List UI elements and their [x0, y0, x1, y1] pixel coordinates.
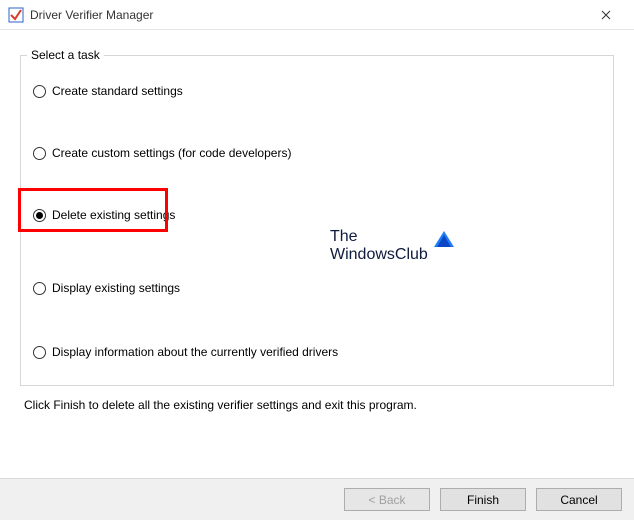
- radio-create-standard[interactable]: Create standard settings: [21, 74, 613, 108]
- radio-display-existing[interactable]: Display existing settings: [21, 271, 613, 305]
- radio-create-standard-input[interactable]: [33, 85, 46, 98]
- radio-display-info[interactable]: Display information about the currently …: [21, 335, 613, 369]
- radio-create-custom-input[interactable]: [33, 147, 46, 160]
- watermark: The WindowsClub: [330, 228, 454, 264]
- radio-display-info-input[interactable]: [33, 346, 46, 359]
- radio-label: Delete existing settings: [52, 208, 175, 222]
- window-title: Driver Verifier Manager: [30, 8, 586, 22]
- radio-label: Create custom settings (for code develop…: [52, 146, 291, 160]
- close-button[interactable]: [586, 1, 626, 29]
- watermark-line1: The: [330, 228, 428, 246]
- task-group: Select a task Create standard settings C…: [20, 48, 614, 386]
- radio-label: Display existing settings: [52, 281, 180, 295]
- watermark-logo-icon: [434, 229, 454, 249]
- radio-delete-existing[interactable]: Delete existing settings: [21, 198, 613, 232]
- radio-label: Create standard settings: [52, 84, 183, 98]
- cancel-button[interactable]: Cancel: [536, 488, 622, 511]
- radio-display-existing-input[interactable]: [33, 282, 46, 295]
- radio-delete-existing-input[interactable]: [33, 209, 46, 222]
- instruction-text: Click Finish to delete all the existing …: [24, 398, 417, 412]
- radio-label: Display information about the currently …: [52, 345, 338, 359]
- button-bar: < Back Finish Cancel: [0, 478, 634, 520]
- group-legend: Select a task: [27, 48, 104, 62]
- radio-create-custom[interactable]: Create custom settings (for code develop…: [21, 136, 613, 170]
- app-icon: [8, 7, 24, 23]
- title-bar: Driver Verifier Manager: [0, 0, 634, 30]
- back-button: < Back: [344, 488, 430, 511]
- finish-button[interactable]: Finish: [440, 488, 526, 511]
- watermark-line2: WindowsClub: [330, 246, 428, 264]
